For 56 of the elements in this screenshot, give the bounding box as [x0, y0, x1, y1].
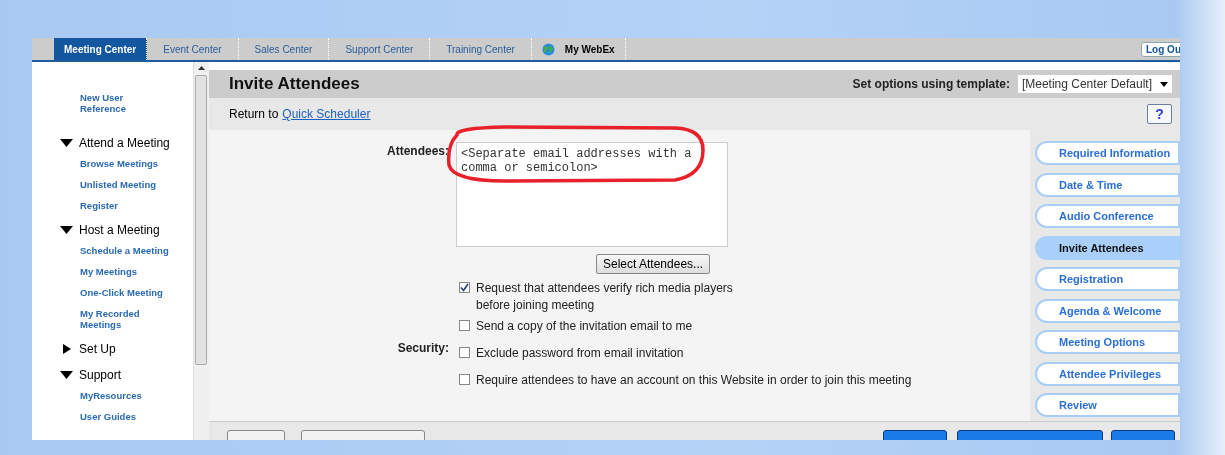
sidebar-link[interactable]: My Meetings [80, 266, 180, 277]
option-label: Request that attendees verify rich media players before joining meeting [476, 280, 734, 314]
sidebar-link[interactable]: User Guides [80, 411, 180, 422]
sidebar-link[interactable]: MyResources [80, 390, 180, 401]
logout-button[interactable]: Log Ou [1141, 41, 1180, 57]
sidebar-link[interactable]: Unlisted Meeting [80, 179, 180, 190]
step-tab[interactable]: Agenda & Welcome [1035, 298, 1180, 323]
scrollbar-thumb[interactable] [195, 75, 207, 365]
dropdown-arrow-icon [1160, 81, 1168, 87]
caret-right-icon [60, 344, 73, 354]
attendees-field[interactable]: <Separate email addresses with a comma or semicolon> [456, 142, 728, 247]
step-tab[interactable]: Attendee Privileges [1035, 361, 1180, 386]
checkbox[interactable] [459, 347, 470, 358]
checkbox[interactable] [459, 282, 470, 293]
attendees-label: Attendees: [386, 143, 449, 160]
step-tab[interactable]: Registration [1035, 267, 1180, 291]
nav-tab[interactable]: Sales Center [238, 38, 330, 60]
template-dropdown[interactable]: [Meeting Center Default] [1017, 75, 1172, 93]
caret-down-icon [60, 138, 73, 148]
nav-tab[interactable]: Meeting Center [54, 38, 148, 60]
return-label: Return to [229, 107, 279, 121]
page-title: Invite Attendees [229, 74, 360, 94]
scroll-up-icon[interactable] [198, 66, 205, 70]
sidebar-section[interactable]: Host a Meeting [60, 223, 160, 237]
step-tab[interactable]: Date & Time [1035, 172, 1180, 197]
select-attendees-button[interactable]: Select Attendees... [596, 254, 711, 274]
option-label: Require attendees to have an account on this Website in order to join this meeting [476, 372, 912, 389]
caret-down-icon [60, 370, 73, 380]
nav-tab[interactable]: Event Center [147, 38, 239, 60]
sidebar-section[interactable]: Support [60, 368, 122, 382]
checkbox[interactable] [459, 320, 470, 331]
globe-icon [541, 42, 555, 56]
step-tab[interactable]: Audio Conference [1035, 204, 1180, 228]
quick-scheduler-link[interactable]: Quick Scheduler [282, 107, 371, 121]
checkbox[interactable] [459, 374, 470, 385]
step-tab[interactable]: Required Information [1035, 141, 1180, 165]
step-tab[interactable]: Invite Attendees [1035, 235, 1180, 260]
step-tab[interactable]: Review [1035, 393, 1180, 417]
sidebar-link[interactable]: Register [80, 200, 180, 211]
help-button[interactable]: ? [1147, 104, 1172, 124]
step-tab[interactable]: Meeting Options [1035, 330, 1180, 354]
nav-tab[interactable]: My WebEx [531, 38, 626, 60]
sidebar-section[interactable]: Attend a Meeting [60, 136, 170, 150]
sidebar-link[interactable]: Schedule a Meeting [80, 245, 180, 256]
nav-tab[interactable]: Training Center [430, 38, 532, 60]
sidebar-link[interactable]: One-Click Meeting [80, 287, 180, 298]
nav-tab[interactable]: Support Center [329, 38, 431, 60]
option-label: Exclude password from email invitation [476, 345, 684, 362]
option-label: Send a copy of the invitation email to me [476, 318, 693, 335]
sidebar-link[interactable]: My Recorded Meetings [80, 308, 180, 330]
sidebar-link[interactable]: New User Reference [80, 92, 140, 114]
security-label: Security: [397, 341, 449, 355]
caret-down-icon [60, 225, 73, 235]
sidebar-link[interactable]: Browse Meetings [80, 158, 180, 169]
template-label: Set options using template: [852, 77, 1010, 91]
sidebar-section[interactable]: Set Up [60, 342, 116, 356]
